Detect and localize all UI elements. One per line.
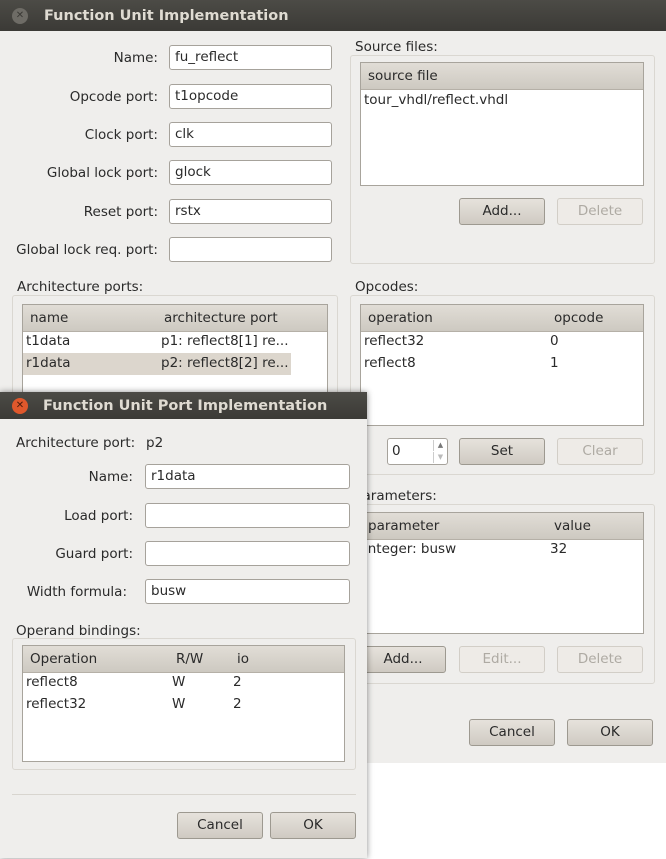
port-name-label: Name: — [88, 469, 133, 485]
column-header: opcode — [554, 310, 604, 326]
column-header: name — [30, 310, 69, 326]
delete-parameter-button[interactable]: Delete — [557, 646, 643, 673]
global-lock-req-port-field[interactable] — [169, 237, 332, 262]
global-lock-port-field[interactable]: glock — [169, 160, 332, 185]
cell-operation: reflect8 — [364, 355, 416, 371]
source-files-label: Source files: — [355, 39, 438, 55]
column-header: architecture port — [164, 310, 278, 326]
cell-port: p2: reflect8[2] re... — [161, 355, 289, 371]
global-lock-req-port-label: Global lock req. port: — [16, 242, 158, 258]
architecture-ports-list[interactable]: name architecture port t1data p1: reflec… — [22, 304, 328, 399]
load-port-label: Load port: — [64, 508, 133, 524]
operand-bindings-list[interactable]: Operation R/W io reflect8 W 2 reflect32 … — [22, 645, 345, 762]
column-header: Operation — [30, 651, 98, 667]
list-item[interactable]: tour_vhdl/reflect.vhdl — [361, 90, 643, 112]
architecture-ports-header[interactable]: name architecture port — [23, 305, 327, 332]
guard-port-label: Guard port: — [55, 546, 133, 562]
column-header: source file — [368, 68, 438, 84]
column-header: value — [554, 518, 591, 534]
main-dialog-titlebar[interactable]: ✕ Function Unit Implementation — [0, 0, 666, 31]
width-formula-label: Width formula: — [26, 584, 127, 600]
guard-port-field[interactable] — [145, 541, 350, 566]
table-row-selected[interactable]: r1data p2: reflect8[2] re... — [23, 353, 291, 375]
parameters-list[interactable]: parameter value integer: busw 32 — [360, 512, 644, 634]
table-row[interactable]: reflect32 0 — [361, 331, 643, 353]
cell-parameter: integer: busw — [364, 541, 457, 557]
cell-io: 2 — [233, 674, 242, 690]
reset-port-field[interactable]: rstx — [169, 199, 332, 224]
clock-port-field[interactable]: clk — [169, 122, 332, 147]
table-row[interactable]: integer: busw 32 — [361, 539, 643, 561]
table-row[interactable]: t1data p1: reflect8[1] re... — [23, 331, 327, 353]
reset-port-label: Reset port: — [83, 204, 158, 220]
table-row[interactable]: reflect8 1 — [361, 353, 643, 375]
architecture-ports-label: Architecture ports: — [17, 279, 144, 295]
clock-port-label: Clock port: — [84, 127, 158, 143]
cell-operation: reflect32 — [364, 333, 425, 349]
cell-port: p1: reflect8[1] re... — [161, 333, 289, 349]
source-files-list[interactable]: source file tour_vhdl/reflect.vhdl — [360, 62, 644, 186]
main-dialog-title: Function Unit Implementation — [44, 7, 289, 24]
parameters-header[interactable]: parameter value — [361, 513, 643, 540]
name-label: Name: — [113, 50, 158, 66]
opcode-port-field[interactable]: t1opcode — [169, 84, 332, 109]
column-header: operation — [368, 310, 433, 326]
close-icon[interactable]: ✕ — [12, 398, 28, 414]
port-dialog-titlebar[interactable]: ✕ Function Unit Port Implementation — [0, 392, 367, 419]
table-row[interactable]: reflect8 W 2 — [23, 672, 344, 694]
operand-bindings-label: Operand bindings: — [16, 623, 141, 639]
separator — [12, 794, 356, 795]
ok-button[interactable]: OK — [567, 719, 653, 746]
architecture-port-label: Architecture port: — [16, 435, 136, 451]
load-port-field[interactable] — [145, 503, 350, 528]
cell-opcode: 1 — [550, 355, 559, 371]
port-dialog-title: Function Unit Port Implementation — [43, 397, 328, 414]
cell-name: r1data — [26, 355, 71, 371]
clear-button[interactable]: Clear — [557, 438, 643, 465]
architecture-port-value: p2 — [146, 435, 164, 451]
cancel-button[interactable]: Cancel — [469, 719, 555, 746]
port-ok-button[interactable]: OK — [270, 812, 356, 839]
cell-opcode: 0 — [550, 333, 559, 349]
cell-operation: reflect32 — [26, 696, 87, 712]
operand-bindings-header[interactable]: Operation R/W io — [23, 646, 344, 673]
cell-io: 2 — [233, 696, 242, 712]
function-unit-port-implementation-dialog: ✕ Function Unit Port Implementation Arch… — [0, 392, 367, 858]
opcodes-label: Opcodes: — [355, 279, 419, 295]
cell-operation: reflect8 — [26, 674, 78, 690]
column-header: parameter — [368, 518, 440, 534]
close-icon[interactable]: ✕ — [12, 8, 28, 24]
cell-rw: W — [172, 674, 186, 690]
port-name-field[interactable]: r1data — [145, 464, 350, 489]
opcodes-list[interactable]: operation opcode reflect32 0 reflect8 1 — [360, 304, 644, 426]
spin-up-icon[interactable]: ▲ — [433, 440, 447, 451]
opcode-port-label: Opcode port: — [69, 89, 158, 105]
source-file-path: tour_vhdl/reflect.vhdl — [364, 92, 509, 108]
delete-source-button[interactable]: Delete — [557, 198, 643, 225]
table-row[interactable]: reflect32 W 2 — [23, 694, 344, 716]
cell-name: t1data — [26, 333, 71, 349]
add-source-button[interactable]: Add... — [459, 198, 545, 225]
edit-parameter-button[interactable]: Edit... — [459, 646, 545, 673]
add-parameter-button[interactable]: Add... — [360, 646, 446, 673]
cell-value: 32 — [550, 541, 568, 557]
column-header: io — [237, 651, 250, 667]
source-files-header[interactable]: source file — [361, 63, 643, 90]
spin-down-icon[interactable]: ▼ — [433, 452, 447, 463]
parameters-label: Parameters: — [355, 488, 437, 504]
port-cancel-button[interactable]: Cancel — [177, 812, 263, 839]
column-header: R/W — [176, 651, 204, 667]
opcodes-header[interactable]: operation opcode — [361, 305, 643, 332]
global-lock-port-label: Global lock port: — [46, 165, 158, 181]
set-button[interactable]: Set — [459, 438, 545, 465]
cell-rw: W — [172, 696, 186, 712]
name-field[interactable]: fu_reflect — [169, 45, 332, 70]
width-formula-field[interactable]: busw — [145, 579, 350, 604]
